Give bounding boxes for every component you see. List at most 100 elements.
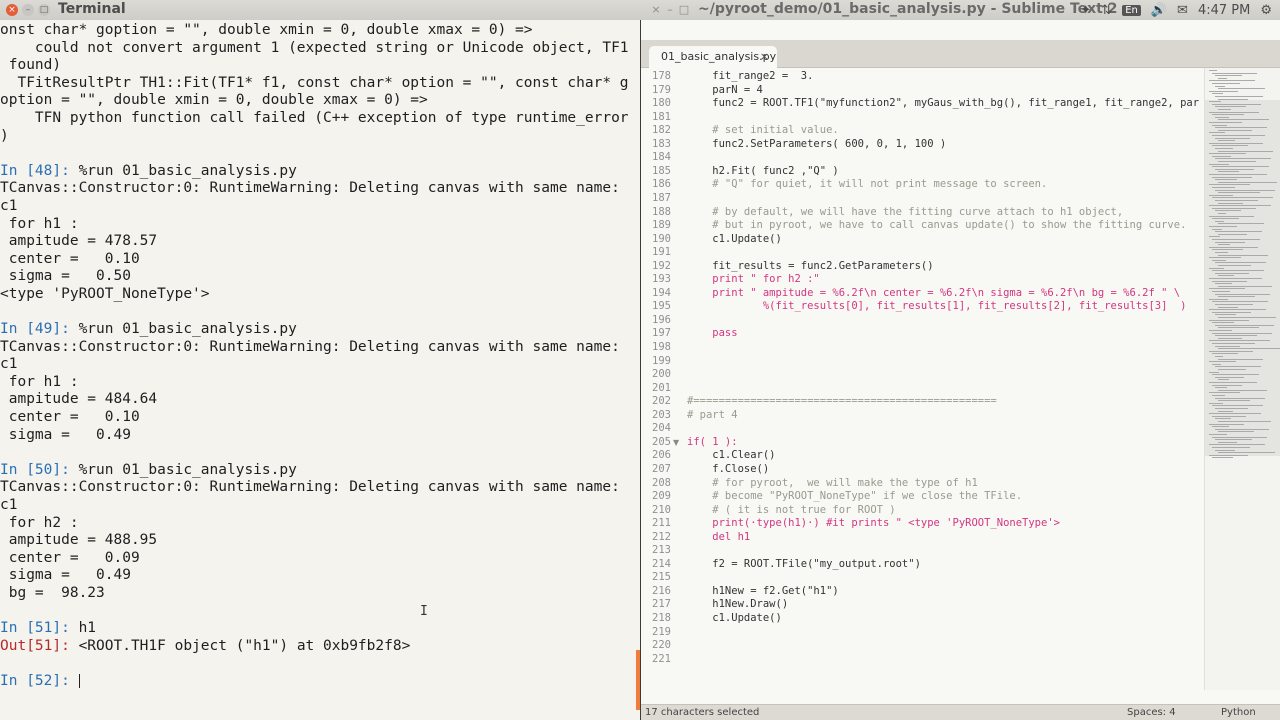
terminal-line: In [50]: %run 01_basic_analysis.py bbox=[0, 462, 629, 480]
terminal-line: sigma = 0.50 bbox=[0, 268, 131, 285]
code-line: # set initial value. bbox=[687, 124, 839, 137]
line-number: 212 bbox=[652, 530, 671, 543]
gear-icon[interactable]: ⚙ bbox=[1260, 3, 1272, 18]
minimap-line bbox=[1218, 129, 1252, 131]
minimap-line bbox=[1218, 181, 1277, 183]
minimap-line bbox=[1215, 106, 1246, 108]
terminal-line: c1 bbox=[0, 197, 18, 214]
sublime-window[interactable]: 01_basic_analysis.py × 178 fit_range2 = … bbox=[641, 20, 1280, 720]
terminal-scrollbar[interactable] bbox=[636, 650, 640, 710]
minimap-line bbox=[1212, 176, 1252, 178]
code-line: h2.Fit( func2 ,"Q" ) bbox=[687, 164, 839, 177]
minimap-line bbox=[1212, 155, 1231, 157]
terminal-line: center = 0.10 bbox=[0, 409, 140, 426]
terminal-close-button[interactable]: × bbox=[6, 4, 18, 16]
minimap-line bbox=[1218, 317, 1276, 318]
minimap-line bbox=[1218, 431, 1254, 433]
code-editor[interactable]: 178 fit_range2 = 3. 179 parN = 4 180 func2… bbox=[641, 68, 1204, 698]
terminal-window[interactable]: onst char* goption = "", double xmin = 0… bbox=[0, 20, 640, 720]
sublime-maximize-button[interactable]: □ bbox=[678, 4, 690, 16]
minimap-line bbox=[1218, 161, 1256, 162]
syntax-status[interactable]: Python bbox=[1221, 707, 1256, 718]
dropbox-icon[interactable]: ✦ bbox=[1080, 3, 1091, 18]
top-panel: × – □ Terminal × – □ ~/pyroot_demo/01_ba… bbox=[0, 0, 1280, 20]
line-number: 191 bbox=[652, 246, 671, 259]
minimap-line bbox=[1215, 262, 1266, 264]
minimap-line bbox=[1209, 246, 1258, 248]
terminal-line: In [48]: %run 01_basic_analysis.py bbox=[0, 163, 629, 181]
mail-icon[interactable]: ✉ bbox=[1177, 3, 1188, 18]
line-number: 187 bbox=[652, 191, 671, 204]
minimap-line bbox=[1209, 101, 1221, 103]
tab-01-basic-analysis[interactable]: 01_basic_analysis.py × bbox=[649, 46, 777, 68]
line-number: 210 bbox=[652, 503, 671, 516]
line-number: 200 bbox=[652, 368, 671, 381]
minimap[interactable] bbox=[1204, 68, 1280, 690]
input-prompt: In [50]: bbox=[0, 461, 70, 478]
terminal-line-text: h1 bbox=[69, 620, 97, 637]
minimap-line bbox=[1215, 345, 1240, 347]
line-number: 186 bbox=[652, 178, 671, 191]
minimap-line bbox=[1218, 202, 1243, 204]
line-number: 214 bbox=[652, 557, 671, 570]
minimap-line bbox=[1209, 174, 1267, 175]
sublime-minimize-button[interactable]: – bbox=[664, 4, 676, 16]
minimap-line bbox=[1215, 200, 1258, 201]
minimap-line bbox=[1215, 231, 1262, 233]
terminal-line: ampitude = 478.57 bbox=[0, 233, 158, 250]
minimap-line bbox=[1212, 249, 1243, 251]
terminal-line: found) bbox=[0, 57, 62, 74]
code-line: f.Close() bbox=[687, 462, 770, 475]
minimap-line bbox=[1212, 145, 1248, 147]
line-number: 181 bbox=[652, 110, 671, 123]
minimap-line bbox=[1212, 228, 1222, 230]
code-line: #=======================================… bbox=[687, 395, 997, 408]
terminal-line: for h1 : bbox=[0, 215, 79, 232]
terminal-line-text: <ROOT.TH1F object ("h1") at 0xb9fb2f8> bbox=[69, 637, 411, 654]
minimap-line bbox=[1212, 353, 1238, 355]
minimap-line bbox=[1215, 366, 1261, 368]
code-line: f2 = ROOT.TFile("my_output.root") bbox=[687, 557, 921, 570]
terminal-minimize-button[interactable]: – bbox=[22, 4, 34, 16]
line-number: 194 bbox=[652, 286, 671, 299]
minimap-line bbox=[1209, 434, 1227, 435]
indentation-status[interactable]: Spaces: 4 bbox=[1127, 707, 1176, 718]
minimap-line bbox=[1218, 192, 1260, 194]
terminal-line: <type 'PyROOT_NoneType'> bbox=[0, 285, 210, 302]
code-line: # but in pyroot, we have to call canvas … bbox=[687, 219, 1187, 232]
minimap-line bbox=[1209, 142, 1263, 144]
volume-icon[interactable]: 🔊 bbox=[1151, 3, 1167, 18]
network-icon[interactable]: ⇅ bbox=[1101, 3, 1112, 18]
code-line: # by default, we will have the fitting c… bbox=[687, 205, 1124, 218]
status-bar: 17 characters selected Spaces: 4 Python bbox=[641, 704, 1280, 720]
minimap-line bbox=[1212, 197, 1273, 199]
line-number: 182 bbox=[652, 124, 671, 137]
minimap-line bbox=[1209, 444, 1265, 446]
terminal-maximize-button[interactable]: □ bbox=[38, 4, 50, 16]
minimap-line bbox=[1209, 226, 1237, 227]
line-number: 203 bbox=[652, 408, 671, 421]
terminal-line: ampitude = 484.64 bbox=[0, 391, 158, 408]
minimap-line bbox=[1215, 272, 1249, 274]
minimap-line bbox=[1215, 220, 1224, 222]
fold-arrow-icon[interactable]: ▼ bbox=[673, 438, 679, 447]
clock[interactable]: 4:47 PM bbox=[1198, 3, 1250, 18]
minimap-line bbox=[1212, 187, 1235, 188]
sublime-close-button[interactable]: × bbox=[650, 4, 662, 16]
minimap-line bbox=[1209, 298, 1228, 300]
input-prompt: In [49]: bbox=[0, 321, 70, 338]
minimap-line bbox=[1215, 335, 1257, 337]
code-line: del h1 bbox=[687, 530, 751, 543]
minimap-line bbox=[1218, 88, 1265, 90]
minimap-line bbox=[1212, 207, 1256, 209]
terminal-line: center = 0.09 bbox=[0, 549, 140, 566]
keyboard-layout-indicator[interactable]: En bbox=[1122, 4, 1141, 16]
tab-close-icon[interactable]: × bbox=[760, 50, 769, 63]
input-prompt: In [48]: bbox=[0, 162, 70, 179]
code-line: if( 1 ): bbox=[687, 435, 738, 448]
minimap-line bbox=[1218, 410, 1233, 412]
minimap-line bbox=[1218, 327, 1259, 329]
terminal-line: TFN python function call failed (C++ exc… bbox=[0, 109, 629, 126]
terminal-line: center = 0.10 bbox=[0, 250, 140, 267]
